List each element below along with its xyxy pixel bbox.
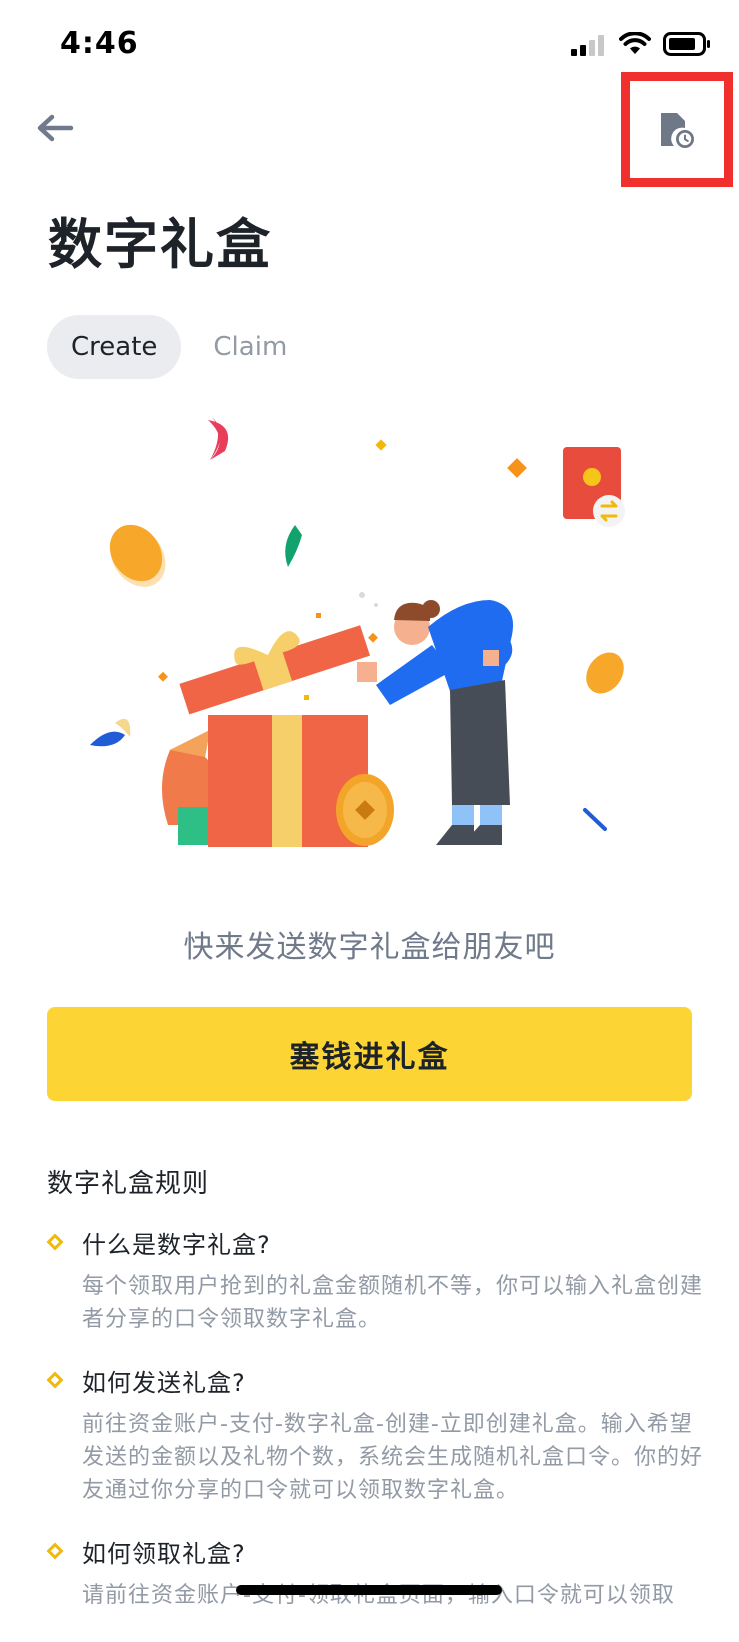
fund-gift-box-button[interactable]: 塞钱进礼盒 <box>47 1007 692 1101</box>
tab-create[interactable]: Create <box>47 315 182 379</box>
status-time: 4:46 <box>60 26 139 61</box>
diamond-bullet-icon <box>46 1542 64 1560</box>
rule-question: 如何发送礼盒? <box>82 1369 246 1397</box>
rule-question: 如何领取礼盒? <box>82 1540 246 1568</box>
wifi-icon <box>619 32 651 54</box>
rules-title: 数字礼盒规则 <box>47 1169 210 1199</box>
home-indicator <box>236 1585 502 1595</box>
history-button[interactable] <box>621 72 733 187</box>
gift-box-illustration <box>90 417 625 847</box>
diamond-bullet-icon <box>46 1233 64 1251</box>
cellular-signal-icon <box>571 35 604 56</box>
battery-icon <box>663 32 710 56</box>
rule-item: 如何领取礼盒? 请前往资金账户-支付-领取礼盒页面，输入口令就可以领取 <box>46 1537 707 1612</box>
promo-text: 快来发送数字礼盒给朋友吧 <box>183 930 556 965</box>
rule-question: 什么是数字礼盒? <box>82 1231 271 1259</box>
status-icons <box>571 32 711 56</box>
page-title: 数字礼盒 <box>48 213 272 276</box>
tab-claim[interactable]: Claim <box>189 315 311 379</box>
back-button[interactable] <box>30 108 80 148</box>
document-clock-icon <box>661 112 694 148</box>
rule-item: 如何发送礼盒? 前往资金账户-支付-数字礼盒-创建-立即创建礼盒。输入希望发送的… <box>46 1366 707 1507</box>
rule-answer: 每个领取用户抢到的礼盒金额随机不等，你可以输入礼盒创建者分享的口令领取数字礼盒。 <box>82 1274 704 1332</box>
diamond-bullet-icon <box>46 1371 64 1389</box>
arrow-left-icon <box>37 114 74 142</box>
rule-item: 什么是数字礼盒? 每个领取用户抢到的礼盒金额随机不等，你可以输入礼盒创建者分享的… <box>46 1228 707 1336</box>
rule-answer: 前往资金账户-支付-数字礼盒-创建-立即创建礼盒。输入希望发送的金额以及礼物个数… <box>82 1412 704 1503</box>
rules-list: 什么是数字礼盒? 每个领取用户抢到的礼盒金额随机不等，你可以输入礼盒创建者分享的… <box>46 1228 707 1642</box>
rule-answer: 请前往资金账户-支付-领取礼盒页面，输入口令就可以领取 <box>82 1583 675 1608</box>
tab-bar: Create Claim <box>47 315 311 379</box>
